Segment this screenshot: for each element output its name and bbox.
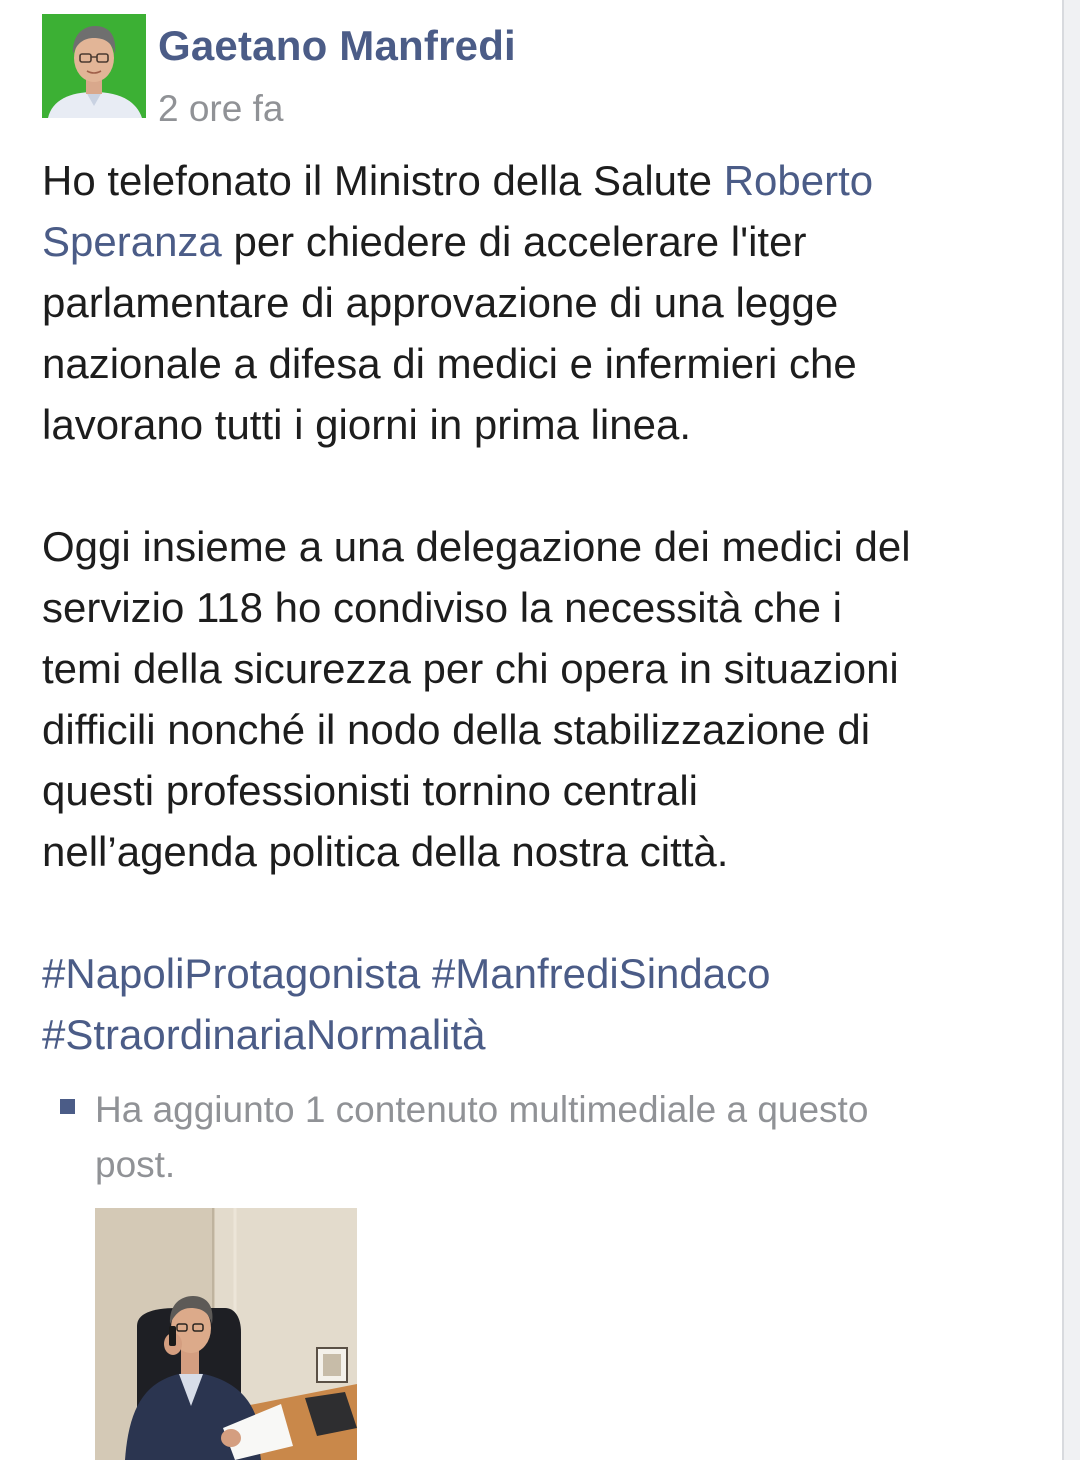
mention-link-part2[interactable]: Speranza	[42, 218, 222, 265]
hashtag-link[interactable]: #NapoliProtagonista	[42, 950, 420, 997]
square-bullet-icon	[60, 1099, 75, 1114]
hashtag-line: #StraordinariaNormalità	[42, 1004, 1032, 1065]
mention-link-part1[interactable]: Roberto	[724, 157, 873, 204]
post-line: Oggi insieme a una delegazione dei medic…	[42, 523, 911, 570]
media-note-line: post.	[95, 1144, 176, 1185]
photo-scene	[95, 1208, 357, 1460]
post-photo-thumbnail[interactable]	[95, 1208, 357, 1460]
author-name[interactable]: Gaetano Manfredi	[158, 22, 516, 70]
hashtag-link[interactable]: #ManfrediSindaco	[432, 950, 771, 997]
post-text-segment: per chiedere di accelerare l'iter	[221, 218, 807, 265]
post-text-segment: Ho telefonato il Ministro della Salute	[42, 157, 724, 204]
post-line: temi della sicurezza per chi opera in si…	[42, 645, 899, 692]
post-line: nazionale a difesa di medici e infermier…	[42, 340, 857, 387]
post-line: parlamentare di approvazione di una legg…	[42, 279, 839, 326]
post-line: Ho telefonato il Ministro della Salute R…	[42, 150, 1032, 211]
post-line: servizio 118 ho condiviso la necessità c…	[42, 584, 842, 631]
post-line: difficili nonché il nodo della stabilizz…	[42, 706, 871, 753]
media-note-text: Ha aggiunto 1 contenuto multimediale a q…	[95, 1082, 868, 1192]
page-gutter	[1064, 0, 1080, 1460]
post-timestamp[interactable]: 2 ore fa	[158, 88, 283, 130]
post-line: Speranza per chiedere di accelerare l'it…	[42, 211, 1032, 272]
avatar[interactable]	[42, 14, 146, 118]
post-card: Gaetano Manfredi 2 ore fa Ho telefonato …	[0, 0, 1064, 1460]
avatar-portrait	[42, 14, 146, 118]
media-note-line: Ha aggiunto 1 contenuto multimediale a q…	[95, 1089, 869, 1130]
post-line: questi professionisti tornino centrali	[42, 767, 699, 814]
hashtag-link[interactable]: #StraordinariaNormalità	[42, 1011, 486, 1058]
post-body: Ho telefonato il Ministro della Salute R…	[42, 150, 1032, 1065]
hashtag-line: #NapoliProtagonista #ManfrediSindaco	[42, 943, 1032, 1004]
post-line: nell’agenda politica della nostra città.	[42, 828, 729, 875]
post-line: lavorano tutti i giorni in prima linea.	[42, 401, 691, 448]
